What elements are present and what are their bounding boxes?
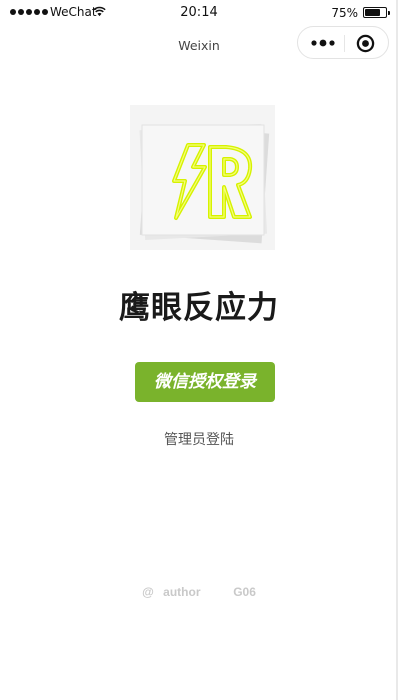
battery-icon <box>363 7 390 18</box>
footer-author: author <box>163 585 201 599</box>
capsule-menu <box>297 26 389 59</box>
footer-team: G06 <box>233 585 256 599</box>
wechat-login-button[interactable]: 微信授权登录 <box>135 362 275 402</box>
app-title: 鹰眼反应力 <box>119 290 279 325</box>
mini-program-screen: WeChat 20:14 75% Weixin 鹰眼反应力 微信授权登录 管理员… <box>0 0 398 700</box>
more-dots-icon[interactable] <box>310 38 336 48</box>
battery-level <box>365 9 380 16</box>
app-logo <box>130 105 275 250</box>
footer-credits: @ author G06 <box>0 585 398 599</box>
lightning-r-logo <box>130 105 275 250</box>
admin-login-link[interactable]: 管理员登陆 <box>0 429 398 449</box>
circle-close-icon[interactable] <box>356 34 375 53</box>
status-bar: WeChat 20:14 75% <box>0 0 398 24</box>
footer-at: @ <box>142 585 154 599</box>
capsule-divider <box>344 35 345 52</box>
battery-percent: 75% <box>331 6 358 20</box>
